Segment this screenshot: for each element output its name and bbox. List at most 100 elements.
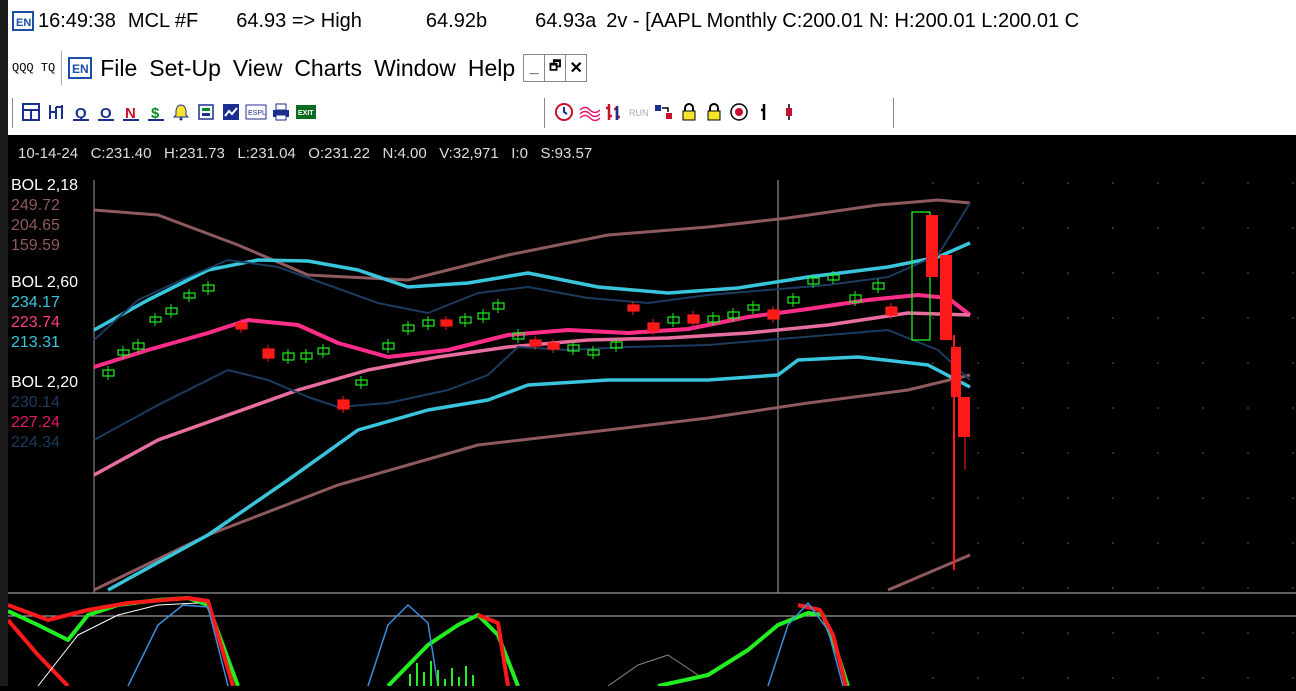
- grid-dot: [1247, 677, 1249, 679]
- chart-window[interactable]: 10-14-24 C:231.40 H:231.73 L:231.04 O:23…: [6, 135, 1296, 688]
- bar-high: H:231.73: [163, 145, 225, 162]
- grid-dot: [1202, 587, 1204, 589]
- grid-dot: [1292, 497, 1294, 499]
- stick-icon[interactable]: [753, 100, 775, 124]
- grid-dot: [1202, 227, 1204, 229]
- candle-body: [627, 304, 640, 312]
- bar-open: O:231.22: [308, 145, 370, 162]
- candle-body: [958, 397, 970, 437]
- grid-dot: [1292, 227, 1294, 229]
- arrow-icon[interactable]: [653, 100, 675, 124]
- window-title: 2v - [AAPL Monthly C:200.01 N: H:200.01 …: [606, 9, 1080, 32]
- lock-icon[interactable]: [678, 100, 700, 124]
- left-window-edge: [0, 0, 8, 686]
- grid-dot: [1157, 497, 1159, 499]
- sheet-icon[interactable]: [195, 100, 217, 124]
- grid-dot: [1067, 542, 1069, 544]
- title-bar: EN 16:49:38 MCL #F 64.93 => High 64.92b …: [8, 0, 1296, 42]
- layout-icon[interactable]: [20, 100, 42, 124]
- svg-text:RUN: RUN: [629, 108, 649, 118]
- app-icon[interactable]: EN: [12, 11, 34, 31]
- menu-divider: [61, 51, 63, 85]
- grid-dot: [1112, 587, 1114, 589]
- quote-bid: 64.92b: [425, 9, 488, 32]
- menu-help[interactable]: Help: [468, 55, 515, 82]
- grid-dot: [932, 452, 934, 454]
- oscillator-slow-line: [6, 618, 70, 688]
- document-icon[interactable]: EN: [68, 57, 93, 79]
- lock-icon[interactable]: [703, 100, 725, 124]
- grid-dot: [1112, 632, 1114, 634]
- target-icon[interactable]: [728, 100, 750, 124]
- exit-button[interactable]: EXIT: [295, 100, 317, 124]
- grid-dot: [1157, 182, 1159, 184]
- indicator-value: 230.14: [11, 394, 60, 411]
- grid-dot: [1157, 407, 1159, 409]
- price-chart[interactable]: [6, 135, 1296, 688]
- menu-view[interactable]: View: [233, 55, 282, 82]
- oscillator-slow-line: [7, 596, 235, 687]
- grid-dot: [1292, 362, 1294, 364]
- restore-button[interactable]: 🗗: [544, 55, 565, 81]
- bar-n: N:4.00: [382, 145, 427, 162]
- grid-dot: [1292, 677, 1294, 679]
- grid-dot: [1067, 272, 1069, 274]
- candle-body: [235, 322, 248, 330]
- grid-dot: [932, 407, 934, 409]
- grid-dot: [1247, 272, 1249, 274]
- grid-dot: [1292, 182, 1294, 184]
- menu-file[interactable]: File: [100, 55, 137, 82]
- alert-icon[interactable]: [170, 100, 192, 124]
- chart-icon[interactable]: [220, 100, 242, 124]
- grid-dot: [1022, 182, 1024, 184]
- waves-icon[interactable]: [578, 100, 600, 124]
- moving-average: [93, 311, 971, 477]
- grid-dot: [1067, 587, 1069, 589]
- espl-button[interactable]: ESPL: [245, 100, 267, 124]
- close-button[interactable]: ✕: [565, 55, 586, 81]
- oscillator-slow-line: [797, 603, 848, 687]
- menu-window[interactable]: Window: [374, 55, 456, 82]
- candle-body: [926, 215, 938, 277]
- candle-body: [547, 342, 560, 350]
- grid-dot: [977, 542, 979, 544]
- menu-setup[interactable]: Set-Up: [149, 55, 221, 82]
- quote-symbol-field[interactable]: QQQ TQ: [12, 61, 55, 75]
- menu-charts[interactable]: Charts: [294, 55, 362, 82]
- grid-dot: [1292, 542, 1294, 544]
- quote-q-button[interactable]: Q: [70, 100, 92, 124]
- grid-dot: [977, 632, 979, 634]
- indicator-value: 213.31: [11, 334, 60, 351]
- outer-band-lower-tail: [887, 553, 971, 592]
- grid-dot: [1202, 452, 1204, 454]
- grid-dot: [1067, 677, 1069, 679]
- grid-dot: [1202, 632, 1204, 634]
- grid-dot: [1157, 452, 1159, 454]
- bars-icon[interactable]: [603, 100, 625, 124]
- grid-dot: [977, 272, 979, 274]
- indicator-icon[interactable]: [45, 100, 67, 124]
- run-button[interactable]: RUN: [628, 100, 650, 124]
- grid-dot: [977, 587, 979, 589]
- news-n-button[interactable]: N: [120, 100, 142, 124]
- grid-dot: [932, 587, 934, 589]
- menu-bar: QQQ TQ EN File Set-Up View Charts Window…: [8, 42, 1296, 94]
- grid-dot: [932, 632, 934, 634]
- dollar-button[interactable]: $: [145, 100, 167, 124]
- grid-dot: [932, 182, 934, 184]
- grid-dot: [932, 497, 934, 499]
- indicator-value: 204.65: [11, 217, 60, 234]
- grid-dot: [1067, 362, 1069, 364]
- grid-dot: [1247, 227, 1249, 229]
- indicator-label: BOL 2,60: [11, 274, 79, 291]
- candle-icon[interactable]: [778, 100, 800, 124]
- outer-band-lower: [93, 373, 971, 592]
- clock-icon[interactable]: [553, 100, 575, 124]
- grid-dot: [1247, 587, 1249, 589]
- clock-time: 16:49:38: [38, 9, 116, 32]
- print-icon[interactable]: [270, 100, 292, 124]
- oscillator-fast-line: [7, 596, 240, 687]
- grid-dot: [1067, 452, 1069, 454]
- quote-o-button[interactable]: O: [95, 100, 117, 124]
- minimize-button[interactable]: _: [524, 55, 544, 81]
